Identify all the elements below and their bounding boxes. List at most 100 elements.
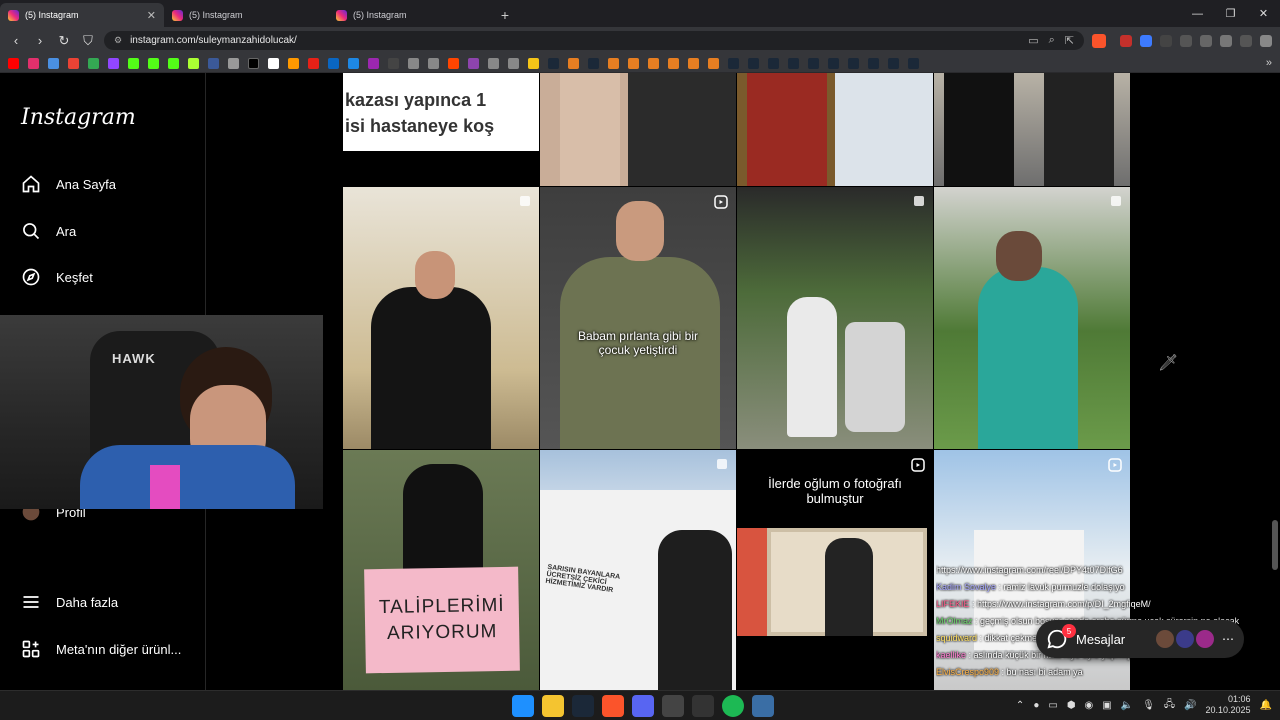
- bookmark-icon[interactable]: [468, 57, 479, 69]
- tray-app-icon[interactable]: ▣: [1102, 700, 1111, 711]
- brave-shields-icon[interactable]: [1092, 33, 1106, 48]
- forward-icon[interactable]: ›: [32, 33, 48, 49]
- bookmark-steam-icon[interactable]: [848, 57, 859, 69]
- bookmark-icon[interactable]: [408, 57, 419, 69]
- sidebar-icon[interactable]: [1220, 34, 1232, 47]
- more-icon[interactable]: ⋯: [1222, 632, 1234, 646]
- bookmark-icon[interactable]: [328, 57, 339, 69]
- brave-icon[interactable]: [602, 695, 624, 717]
- sidebar-item-home[interactable]: Ana Sayfa: [20, 173, 116, 195]
- sidebar-item-more[interactable]: Daha fazla: [20, 591, 118, 613]
- close-window-icon[interactable]: ✕: [1247, 0, 1280, 27]
- notifications-icon[interactable]: 🔔: [1260, 700, 1272, 711]
- bookmark-icon[interactable]: [488, 57, 499, 69]
- bookmark-steam-icon[interactable]: [908, 57, 919, 69]
- post-tile[interactable]: [934, 73, 1130, 186]
- bookmark-icon[interactable]: [348, 57, 359, 69]
- post-tile[interactable]: [737, 187, 933, 449]
- bookmark-steam-icon[interactable]: [588, 57, 599, 69]
- browser-tab-2[interactable]: (5) Instagram: [164, 3, 328, 27]
- bookmark-kick-icon[interactable]: [168, 57, 179, 69]
- bookmark-icon[interactable]: [508, 57, 519, 69]
- post-tile[interactable]: [737, 73, 933, 186]
- tray-app-icon[interactable]: ▭: [1048, 700, 1057, 711]
- bookmark-gmail-icon[interactable]: [68, 57, 79, 69]
- back-icon[interactable]: ‹: [8, 33, 24, 49]
- bookmark-twitch-icon[interactable]: [108, 57, 119, 69]
- file-explorer-icon[interactable]: [542, 695, 564, 717]
- bookmark-icon[interactable]: [228, 57, 239, 69]
- menu-icon[interactable]: [1260, 34, 1272, 47]
- bookmark-icon[interactable]: [188, 57, 199, 69]
- bookmark-icon[interactable]: ⛉: [80, 33, 96, 49]
- zoom-icon[interactable]: ⌕: [1049, 34, 1055, 47]
- bookmark-drive-icon[interactable]: [88, 57, 99, 69]
- extension-icon[interactable]: [1160, 34, 1172, 47]
- bookmark-kick-icon[interactable]: [148, 57, 159, 69]
- post-tile[interactable]: İlerde oğlum o fotoğrafı bulmuştur: [737, 450, 933, 690]
- bookmark-steam-icon[interactable]: [548, 57, 559, 69]
- bookmark-icon[interactable]: [368, 57, 379, 69]
- reload-icon[interactable]: ↻: [56, 33, 72, 49]
- bookmark-youtube-icon[interactable]: [8, 57, 19, 69]
- sidebar-item-meta[interactable]: Meta'nın diğer ürünl...: [20, 638, 181, 660]
- bookmark-reddit-icon[interactable]: [448, 57, 459, 69]
- bookmark-icon[interactable]: [668, 57, 679, 69]
- bookmark-icon[interactable]: [388, 57, 399, 69]
- tray-app-icon[interactable]: ⬢: [1067, 700, 1076, 711]
- share-icon[interactable]: ⇱: [1065, 34, 1074, 47]
- bookmark-icon[interactable]: [568, 57, 579, 69]
- post-tile[interactable]: TALİPLERİMİ ARIYORUM: [343, 450, 539, 690]
- bookmark-steam-icon[interactable]: [728, 57, 739, 69]
- more-bookmarks-icon[interactable]: »: [1266, 57, 1272, 69]
- bookmark-icon[interactable]: [268, 57, 279, 69]
- bookmark-kick-icon[interactable]: [128, 57, 139, 69]
- obs-icon[interactable]: [692, 695, 714, 717]
- sidebar-item-search[interactable]: Ara: [20, 220, 76, 242]
- bookmark-icon[interactable]: [428, 57, 439, 69]
- bookmark-amazon-icon[interactable]: [288, 57, 299, 69]
- site-info-icon[interactable]: ⚙: [114, 35, 122, 46]
- bookmark-icon[interactable]: [208, 57, 219, 69]
- browser-tab-1[interactable]: (5) Instagram ✕: [0, 3, 164, 27]
- post-tile[interactable]: Babam pırlanta gibi bir çocuk yetiştirdi: [540, 187, 736, 449]
- maximize-icon[interactable]: ❐: [1214, 0, 1247, 27]
- page-scrollbar[interactable]: [1272, 520, 1278, 570]
- bookmark-folder-icon[interactable]: [528, 57, 539, 69]
- bookmark-instagram-icon[interactable]: [28, 57, 39, 69]
- browser-tab-3[interactable]: (5) Instagram: [328, 3, 492, 27]
- bookmark-steam-icon[interactable]: [748, 57, 759, 69]
- bookmark-icon[interactable]: [648, 57, 659, 69]
- speaker-icon[interactable]: 🔊: [1184, 700, 1196, 711]
- spotify-icon[interactable]: [722, 695, 744, 717]
- extensions-icon[interactable]: [1200, 34, 1212, 47]
- minimize-icon[interactable]: —: [1181, 0, 1214, 27]
- bookmark-icon[interactable]: [608, 57, 619, 69]
- address-bar[interactable]: ⚙ instagram.com/suleymanzahidolucak/ ▭ ⌕…: [104, 31, 1084, 50]
- taskbar-clock[interactable]: 01:06 20.10.2025: [1206, 694, 1251, 716]
- bookmark-steam-icon[interactable]: [788, 57, 799, 69]
- bookmark-steam-icon[interactable]: [768, 57, 779, 69]
- tray-steam-icon[interactable]: ◉: [1085, 700, 1094, 711]
- tray-chevron-icon[interactable]: ⌃: [1016, 700, 1024, 711]
- wallet-icon[interactable]: [1240, 34, 1252, 47]
- extension-icon[interactable]: [1180, 34, 1192, 47]
- app-icon[interactable]: [752, 695, 774, 717]
- messages-button[interactable]: 5 Mesajlar ⋯: [1036, 620, 1244, 658]
- close-tab-icon[interactable]: ✕: [147, 9, 156, 22]
- bookmark-icon[interactable]: [308, 57, 319, 69]
- instagram-logo[interactable]: Instagram: [21, 105, 136, 130]
- steam-icon[interactable]: [572, 695, 594, 717]
- tray-app-icon[interactable]: ●: [1033, 700, 1039, 711]
- bookmark-icon[interactable]: [628, 57, 639, 69]
- network-icon[interactable]: 🖧: [1164, 697, 1175, 714]
- post-tile[interactable]: [540, 73, 736, 186]
- post-tile[interactable]: [934, 187, 1130, 449]
- post-tile[interactable]: [343, 187, 539, 449]
- bookmark-icon[interactable]: [48, 57, 59, 69]
- mic-icon[interactable]: 🎙: [1142, 700, 1155, 711]
- bookmark-x-icon[interactable]: [248, 57, 259, 69]
- bookmark-steam-icon[interactable]: [828, 57, 839, 69]
- bookmark-icon[interactable]: [708, 57, 719, 69]
- bookmark-icon[interactable]: [688, 57, 699, 69]
